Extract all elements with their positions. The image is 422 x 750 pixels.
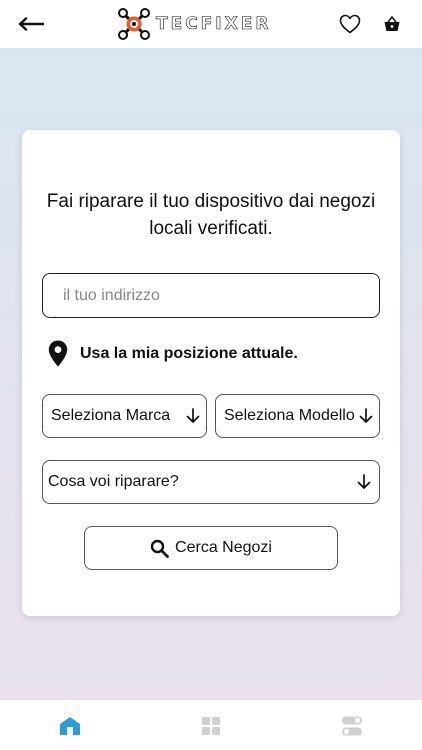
- model-select[interactable]: Seleziona Modello: [215, 394, 380, 438]
- back-button[interactable]: [18, 9, 48, 39]
- cart-button[interactable]: [380, 12, 404, 36]
- bottom-tab-bar: [0, 699, 422, 750]
- header-actions: [338, 12, 404, 36]
- tab-home[interactable]: [58, 714, 82, 738]
- arrow-down-icon: [357, 474, 371, 490]
- address-input[interactable]: [42, 273, 380, 318]
- brand-select-label: Seleziona Marca: [51, 407, 171, 424]
- tecfixer-logo: TECFIXER: [118, 8, 271, 40]
- heart-icon: [339, 14, 361, 34]
- brand-select[interactable]: Seleziona Marca: [42, 394, 207, 438]
- arrow-down-icon: [186, 408, 200, 424]
- search-card: Fai riparare il tuo dispositivo dai nego…: [22, 130, 400, 616]
- model-select-label: Seleziona Modello: [224, 407, 355, 424]
- app-header: TECFIXER: [0, 0, 422, 48]
- toggle-settings-icon: [342, 716, 362, 736]
- basket-icon: [384, 15, 400, 31]
- tab-categories[interactable]: [199, 714, 223, 738]
- tab-settings[interactable]: [340, 714, 364, 738]
- use-current-location-button[interactable]: Usa la mia posizione attuale.: [48, 340, 298, 367]
- arrow-left-icon: [18, 17, 44, 31]
- use-location-label: Usa la mia posizione attuale.: [80, 344, 298, 362]
- search-icon: [150, 539, 169, 558]
- main-content: Fai riparare il tuo dispositivo dai nego…: [0, 48, 422, 699]
- search-shops-button[interactable]: Cerca Negozi: [84, 526, 338, 570]
- grid-icon: [202, 717, 220, 735]
- drone-logo-icon: [118, 8, 150, 40]
- repair-select-label: Cosa voi riparare?: [48, 473, 179, 490]
- home-icon: [60, 717, 80, 735]
- map-pin-icon: [48, 340, 68, 367]
- search-button-label: Cerca Negozi: [175, 539, 272, 556]
- repair-select[interactable]: Cosa voi riparare?: [42, 460, 380, 504]
- wishlist-button[interactable]: [338, 12, 362, 36]
- brand-name: TECFIXER: [156, 14, 272, 35]
- arrow-down-icon: [359, 408, 373, 424]
- card-headline: Fai riparare il tuo dispositivo dai nego…: [46, 191, 376, 239]
